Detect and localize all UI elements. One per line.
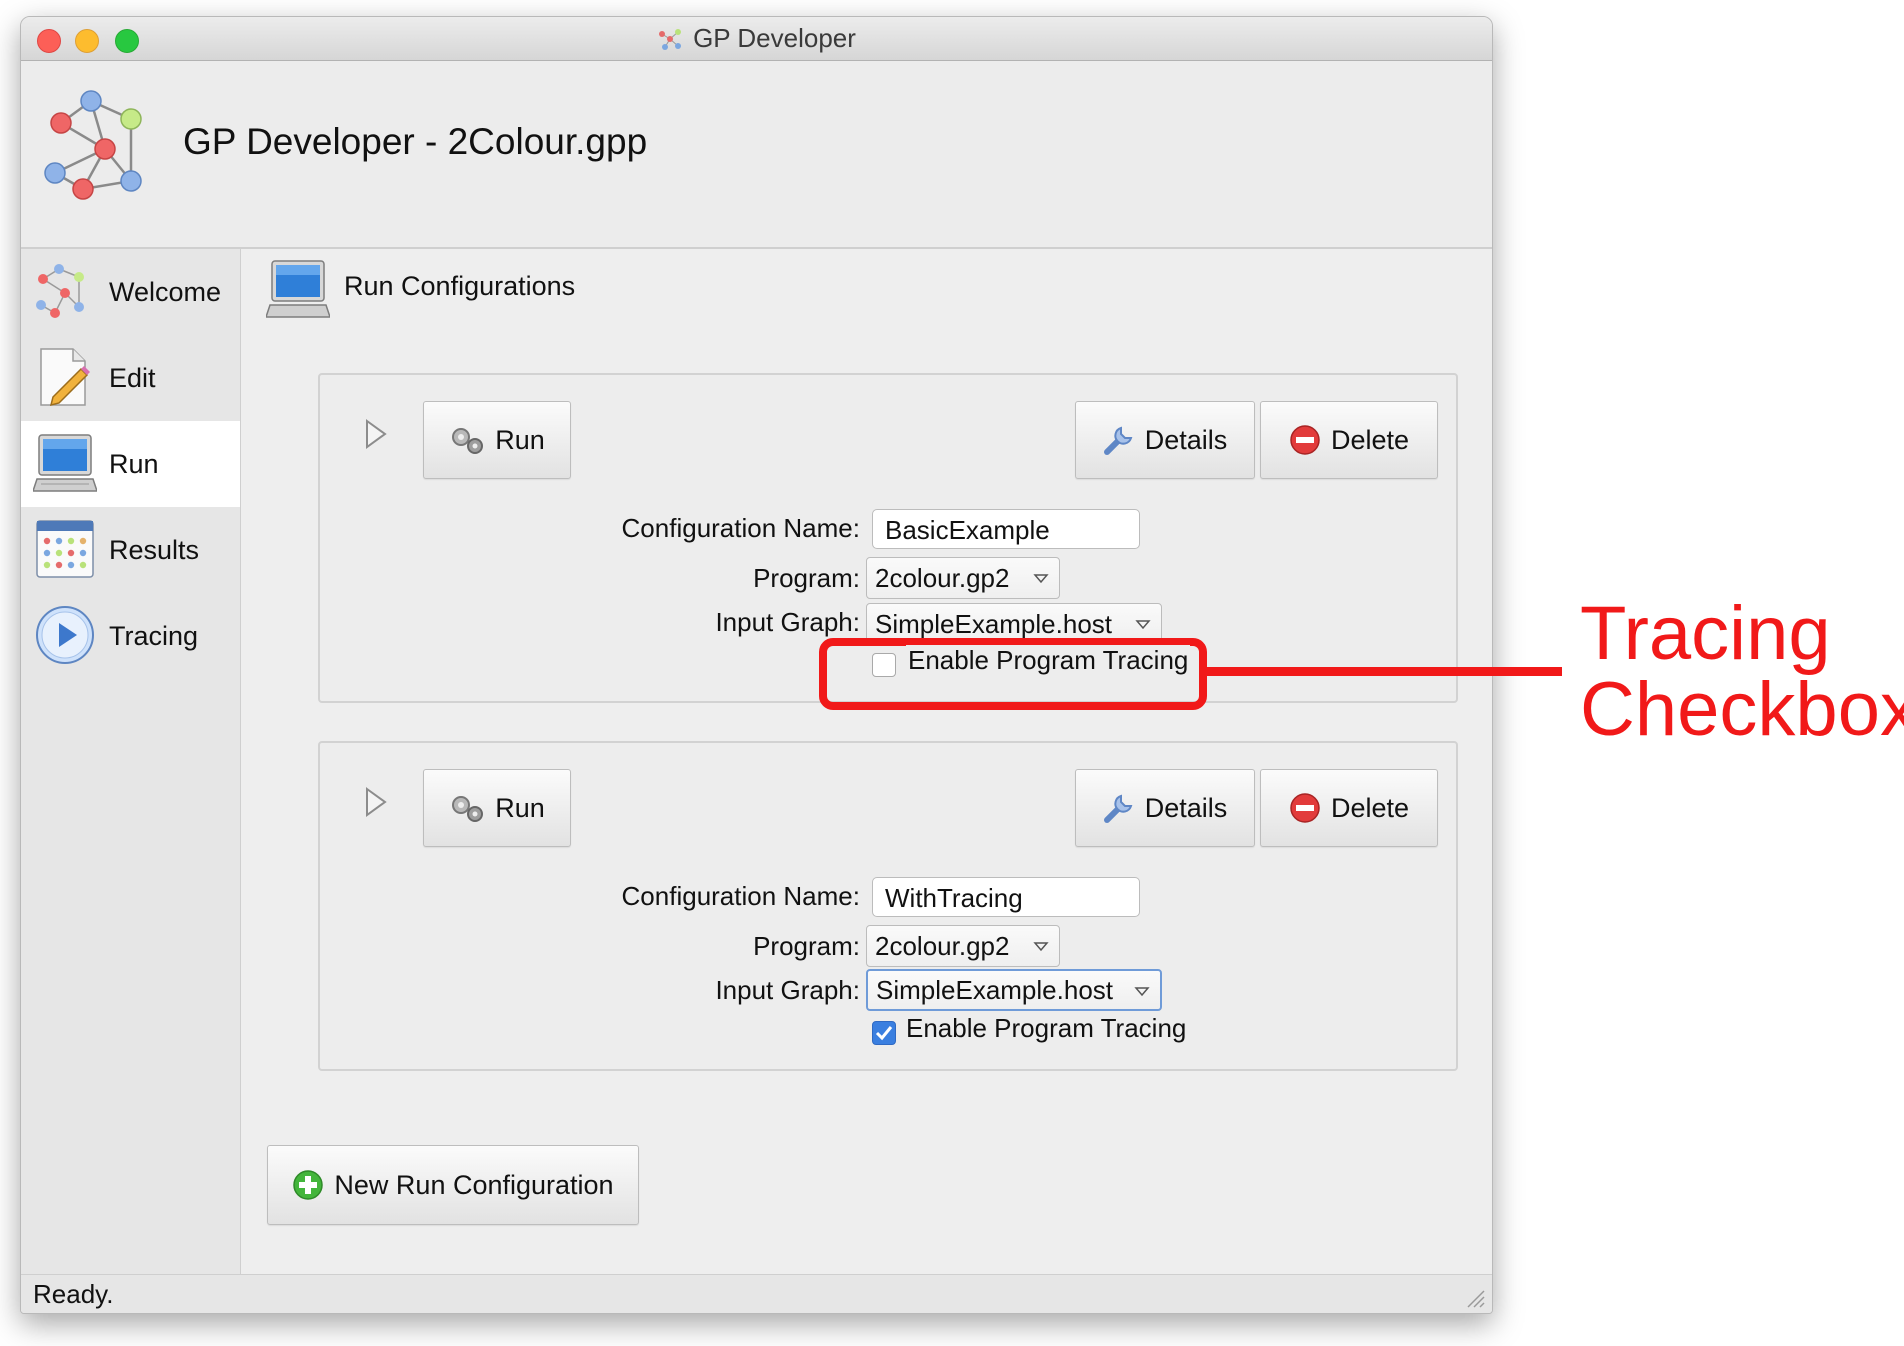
new-run-configuration-button[interactable]: New Run Configuration	[267, 1145, 639, 1225]
annotation-line-1: Tracing	[1580, 591, 1831, 676]
app-window: GP Developer GP Developer - 2Colour.gpp	[20, 16, 1493, 1314]
sidebar-item-label: Tracing	[109, 620, 199, 651]
delete-button[interactable]: Delete	[1260, 769, 1438, 847]
sidebar-item-label: Run	[109, 448, 159, 479]
details-button[interactable]: Details	[1075, 401, 1255, 479]
delete-button-label: Delete	[1330, 424, 1410, 455]
sidebar-item-label: Edit	[109, 362, 156, 393]
details-button-label: Details	[1144, 792, 1228, 823]
computer-icon	[33, 434, 97, 492]
app-logo-icon	[44, 90, 142, 200]
run-configurations-icon	[266, 260, 330, 318]
results-icon	[36, 520, 94, 578]
program-select-value: 2colour.gp2	[875, 563, 1010, 593]
sidebar-item-label: Welcome	[109, 276, 222, 307]
app-small-icon	[659, 28, 682, 50]
enable-tracing-checkbox[interactable]	[872, 653, 896, 677]
sidebar-item-edit[interactable]: Edit	[21, 335, 240, 421]
edit-icon	[40, 348, 90, 407]
input-graph-select[interactable]: SimpleExample.host	[866, 603, 1162, 643]
chevron-down-icon	[1135, 620, 1151, 630]
config-name-field[interactable]: BasicExample	[872, 509, 1140, 549]
run-button-label: Run	[495, 424, 545, 455]
run-config-panel-1: Run Details Delete Configuration Name: B…	[318, 373, 1458, 703]
input-graph-label: Input Graph:	[715, 607, 860, 637]
gears-icon	[452, 796, 484, 822]
sidebar-item-tracing[interactable]: Tracing	[21, 593, 240, 679]
details-button[interactable]: Details	[1075, 769, 1255, 847]
delete-icon	[1290, 793, 1320, 823]
enable-tracing-label: Enable Program Tracing	[906, 1013, 1187, 1043]
enable-tracing-checkbox[interactable]	[872, 1021, 896, 1045]
chevron-down-icon	[1134, 987, 1150, 997]
sidebar-item-results[interactable]: Results	[21, 507, 240, 593]
input-graph-select-value: SimpleExample.host	[875, 609, 1112, 639]
add-icon	[293, 1170, 324, 1200]
run-button[interactable]: Run	[423, 769, 571, 847]
status-text: Ready.	[33, 1279, 114, 1309]
sidebar: Welcome Edit Run Results Tracing	[21, 249, 241, 1289]
annotation-label: Tracing Checkbox	[1580, 596, 1904, 748]
gears-icon	[452, 428, 484, 454]
config-name-label: Configuration Name:	[621, 513, 860, 543]
play-icon	[36, 606, 94, 664]
run-button[interactable]: Run	[423, 401, 571, 479]
run-config-panel-2: Run Details Delete Configuration Name: W…	[318, 741, 1458, 1071]
delete-button[interactable]: Delete	[1260, 401, 1438, 479]
program-select[interactable]: 2colour.gp2	[866, 557, 1060, 599]
config-name-label: Configuration Name:	[621, 881, 860, 911]
delete-icon	[1290, 425, 1320, 455]
run-button-label: Run	[495, 792, 545, 823]
title-bar: GP Developer	[21, 17, 1492, 61]
resize-grip-icon[interactable]	[1464, 1287, 1486, 1309]
program-label: Program:	[753, 931, 860, 961]
wrench-icon	[1103, 794, 1133, 823]
project-title: GP Developer - 2Colour.gpp	[183, 121, 648, 162]
expand-icon[interactable]	[364, 419, 388, 449]
annotation-connector-line	[1206, 667, 1562, 676]
enable-tracing-label: Enable Program Tracing	[906, 645, 1191, 676]
input-graph-select-value: SimpleExample.host	[876, 975, 1113, 1005]
program-label: Program:	[753, 563, 860, 593]
expand-icon[interactable]	[364, 787, 388, 817]
annotation-line-2: Checkbox	[1580, 667, 1904, 752]
sidebar-item-label: Results	[109, 534, 200, 565]
chevron-down-icon	[1033, 574, 1049, 584]
sidebar-item-run[interactable]: Run	[21, 421, 240, 507]
new-run-configuration-label: New Run Configuration	[334, 1169, 614, 1200]
wrench-icon	[1103, 426, 1133, 455]
graph-icon	[36, 264, 84, 318]
status-bar: Ready.	[21, 1274, 1492, 1313]
program-select[interactable]: 2colour.gp2	[866, 925, 1060, 967]
app-header: GP Developer - 2Colour.gpp	[21, 61, 1492, 249]
window-title: GP Developer	[693, 23, 856, 53]
config-name-field[interactable]: WithTracing	[872, 877, 1140, 917]
input-graph-select[interactable]: SimpleExample.host	[866, 969, 1162, 1011]
chevron-down-icon	[1033, 942, 1049, 952]
sidebar-item-welcome[interactable]: Welcome	[21, 249, 240, 335]
checkmark-icon	[875, 1026, 893, 1041]
details-button-label: Details	[1144, 424, 1228, 455]
input-graph-label: Input Graph:	[715, 975, 860, 1005]
delete-button-label: Delete	[1330, 792, 1410, 823]
page-title: Run Configurations	[344, 271, 576, 301]
program-select-value: 2colour.gp2	[875, 931, 1010, 961]
